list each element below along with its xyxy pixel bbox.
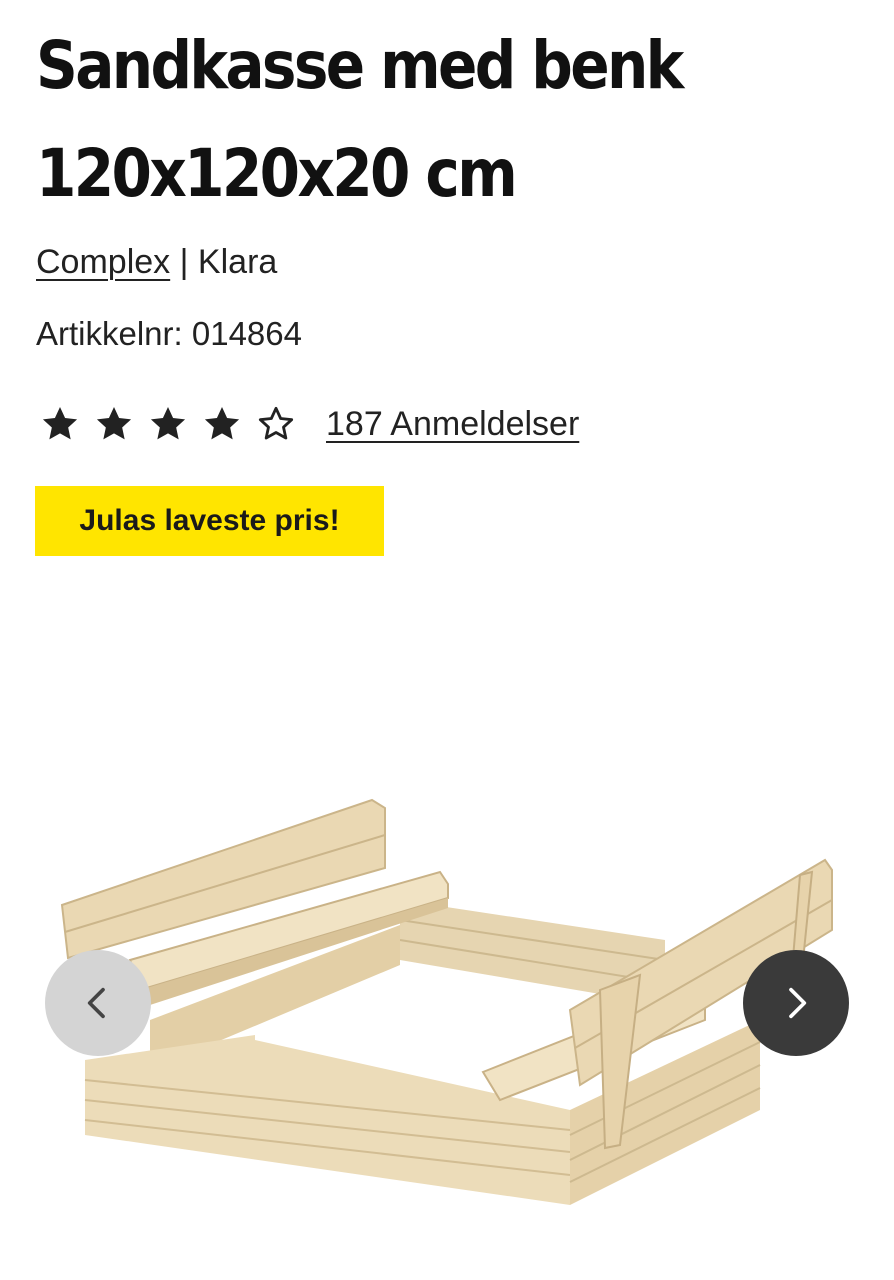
series-name: Klara (197, 243, 278, 281)
promo-label: Julas laveste pris! (79, 504, 340, 537)
star-filled-icon (42, 407, 78, 440)
star-filled-icon (150, 407, 186, 440)
carousel-next-button[interactable] (743, 950, 849, 1056)
article-number: Artikkelnr: 014864 (36, 315, 302, 352)
reviews-link[interactable]: 187 Anmeldelser (326, 402, 579, 446)
star-empty-icon (258, 406, 294, 440)
brand-separator: | (179, 243, 189, 281)
star-filled-icon (204, 407, 240, 440)
brand-link[interactable]: Complex (36, 243, 170, 281)
chevron-right-icon (789, 987, 807, 1019)
rating[interactable]: 187 Anmeldelser (40, 398, 579, 450)
carousel-prev-button[interactable] (45, 950, 151, 1056)
brand-line: Complex | Klara (36, 240, 277, 284)
promo-badge: Julas laveste pris! (35, 486, 384, 556)
product-title: Sandkasse med benk 120x120x20 cm (36, 27, 684, 212)
star-filled-icon (96, 407, 132, 440)
product-page: Sandkasse med benk 120x120x20 cm Complex… (0, 0, 894, 1280)
chevron-left-icon (87, 987, 105, 1019)
